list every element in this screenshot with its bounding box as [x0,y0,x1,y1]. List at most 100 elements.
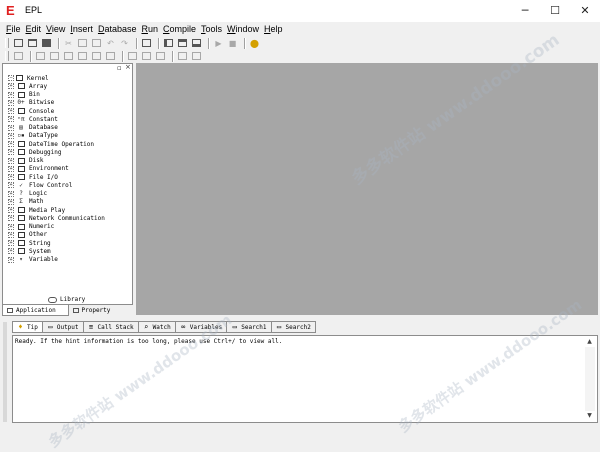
menu-view[interactable]: View [46,24,65,34]
menu-insert[interactable]: Insert [70,24,93,34]
expand-icon[interactable]: + [8,174,14,181]
tree-item[interactable]: + ▾ Variable [8,256,58,264]
tree-item[interactable]: + ⁿπ Constant [8,115,58,123]
expand-icon[interactable]: + [8,223,14,230]
tab-search1[interactable]: ▭ Search1 [227,321,272,333]
bottom-panel-grip[interactable] [2,320,9,424]
layout-left-icon[interactable] [163,38,174,49]
tree-item[interactable]: + ✓ Flow Control [8,181,72,189]
center-v-icon[interactable] [105,51,116,62]
toolbar-grip[interactable] [5,51,9,61]
tree-item[interactable]: + Debugging [8,148,62,156]
expand-icon[interactable]: + [8,165,14,172]
expand-icon[interactable]: + [8,124,14,131]
tree-item[interactable]: +0+ Bitwise [8,99,54,107]
expand-icon[interactable]: + [8,215,14,222]
cut-icon[interactable]: ✂ [63,38,74,49]
tab-tip[interactable]: ♦ Tip [12,321,43,333]
same-height-icon[interactable] [141,51,152,62]
scroll-down-icon[interactable]: ▼ [584,411,595,421]
expand-icon[interactable]: + [8,248,14,255]
tab-output[interactable]: ▭ Output [42,321,84,333]
save-icon[interactable] [41,38,52,49]
tree-item[interactable]: + DateTime Operation [8,140,94,148]
space-h-icon[interactable] [177,51,188,62]
expand-icon[interactable]: + [8,116,14,123]
copy-icon[interactable] [77,38,88,49]
tree-item[interactable]: + Array [8,82,47,90]
toolbar-grip[interactable] [5,38,9,48]
expand-icon[interactable]: + [8,83,14,90]
same-width-icon[interactable] [127,51,138,62]
tree-root-item[interactable]: − Kernel [8,74,49,82]
align-left-icon[interactable] [35,51,46,62]
space-v-icon[interactable] [191,51,202,62]
paste-icon[interactable] [91,38,102,49]
tree-item[interactable]: + Media Play [8,206,65,214]
tab-call-stack[interactable]: ≡ Call Stack [83,321,139,333]
same-size-icon[interactable] [155,51,166,62]
find-icon[interactable] [141,38,152,49]
tree-item[interactable]: + Network Communication [8,214,105,222]
align-bottom-icon[interactable] [77,51,88,62]
layout-top-icon[interactable] [177,38,188,49]
tree-item[interactable]: +? Logic [8,190,47,198]
expand-icon[interactable]: + [8,141,14,148]
tree-item[interactable]: + Σ Math [8,198,43,206]
debug-icon[interactable]: ⬤ [249,38,260,49]
menu-compile[interactable]: Compile [163,24,196,34]
tree-item[interactable]: + ▤ Database [8,124,58,132]
align-top-icon[interactable] [63,51,74,62]
expand-icon[interactable]: + [8,108,14,115]
expand-icon[interactable]: + [8,99,14,106]
layout-bottom-icon[interactable] [191,38,202,49]
tree-item[interactable]: + String [8,239,51,247]
tab-application[interactable]: Application [2,305,69,316]
tree-item[interactable]: + Numeric [8,223,54,231]
stop-icon[interactable]: ■ [227,38,238,49]
run-icon[interactable]: ▶ [213,38,224,49]
tab-search2[interactable]: ▭ Search2 [271,321,316,333]
expand-icon[interactable]: + [8,132,14,139]
grid-icon[interactable] [13,51,24,62]
tree-item[interactable]: + Bin [8,91,40,99]
expand-icon[interactable]: + [8,198,14,205]
tree-item[interactable]: + Disk [8,157,43,165]
pin-icon[interactable]: ▫ [117,65,123,72]
tree-item[interactable]: + ▫▪ DataType [8,132,58,140]
vertical-scrollbar[interactable] [585,347,595,411]
menu-edit[interactable]: Edit [26,24,42,34]
tree-item[interactable]: + Other [8,231,47,239]
menu-run[interactable]: Run [141,24,158,34]
menu-tools[interactable]: Tools [201,24,222,34]
center-h-icon[interactable] [91,51,102,62]
tab-variables[interactable]: ∞ Variables [175,321,228,333]
expand-icon[interactable]: + [8,240,14,247]
undo-icon[interactable]: ↶ [105,38,116,49]
expand-icon[interactable]: + [8,207,14,214]
tree-item[interactable]: + Console [8,107,54,115]
expand-icon[interactable]: + [8,231,14,238]
menu-help[interactable]: Help [264,24,283,34]
maximize-button[interactable]: ☐ [540,0,570,22]
tab-watch[interactable]: ⌕ Watch [138,321,176,333]
minimize-button[interactable]: ─ [510,0,540,22]
redo-icon[interactable]: ↷ [119,38,130,49]
menu-window[interactable]: Window [227,24,259,34]
align-right-icon[interactable] [49,51,60,62]
expand-icon[interactable]: + [8,157,14,164]
menu-file[interactable]: File [6,24,21,34]
expand-icon[interactable]: + [8,256,14,263]
open-file-icon[interactable] [27,38,38,49]
close-button[interactable]: ✕ [570,0,600,22]
expand-icon[interactable]: + [8,91,14,98]
expand-icon[interactable]: + [8,149,14,156]
tree-item[interactable]: + Environment [8,165,69,173]
scroll-up-icon[interactable]: ▲ [584,337,595,347]
tab-property[interactable]: Property [69,305,134,315]
editor-workspace[interactable] [136,63,598,315]
panel-close-icon[interactable]: × [125,64,131,71]
tree-item[interactable]: + System [8,247,51,255]
tree-item[interactable]: + File I/O [8,173,58,181]
new-file-icon[interactable] [13,38,24,49]
